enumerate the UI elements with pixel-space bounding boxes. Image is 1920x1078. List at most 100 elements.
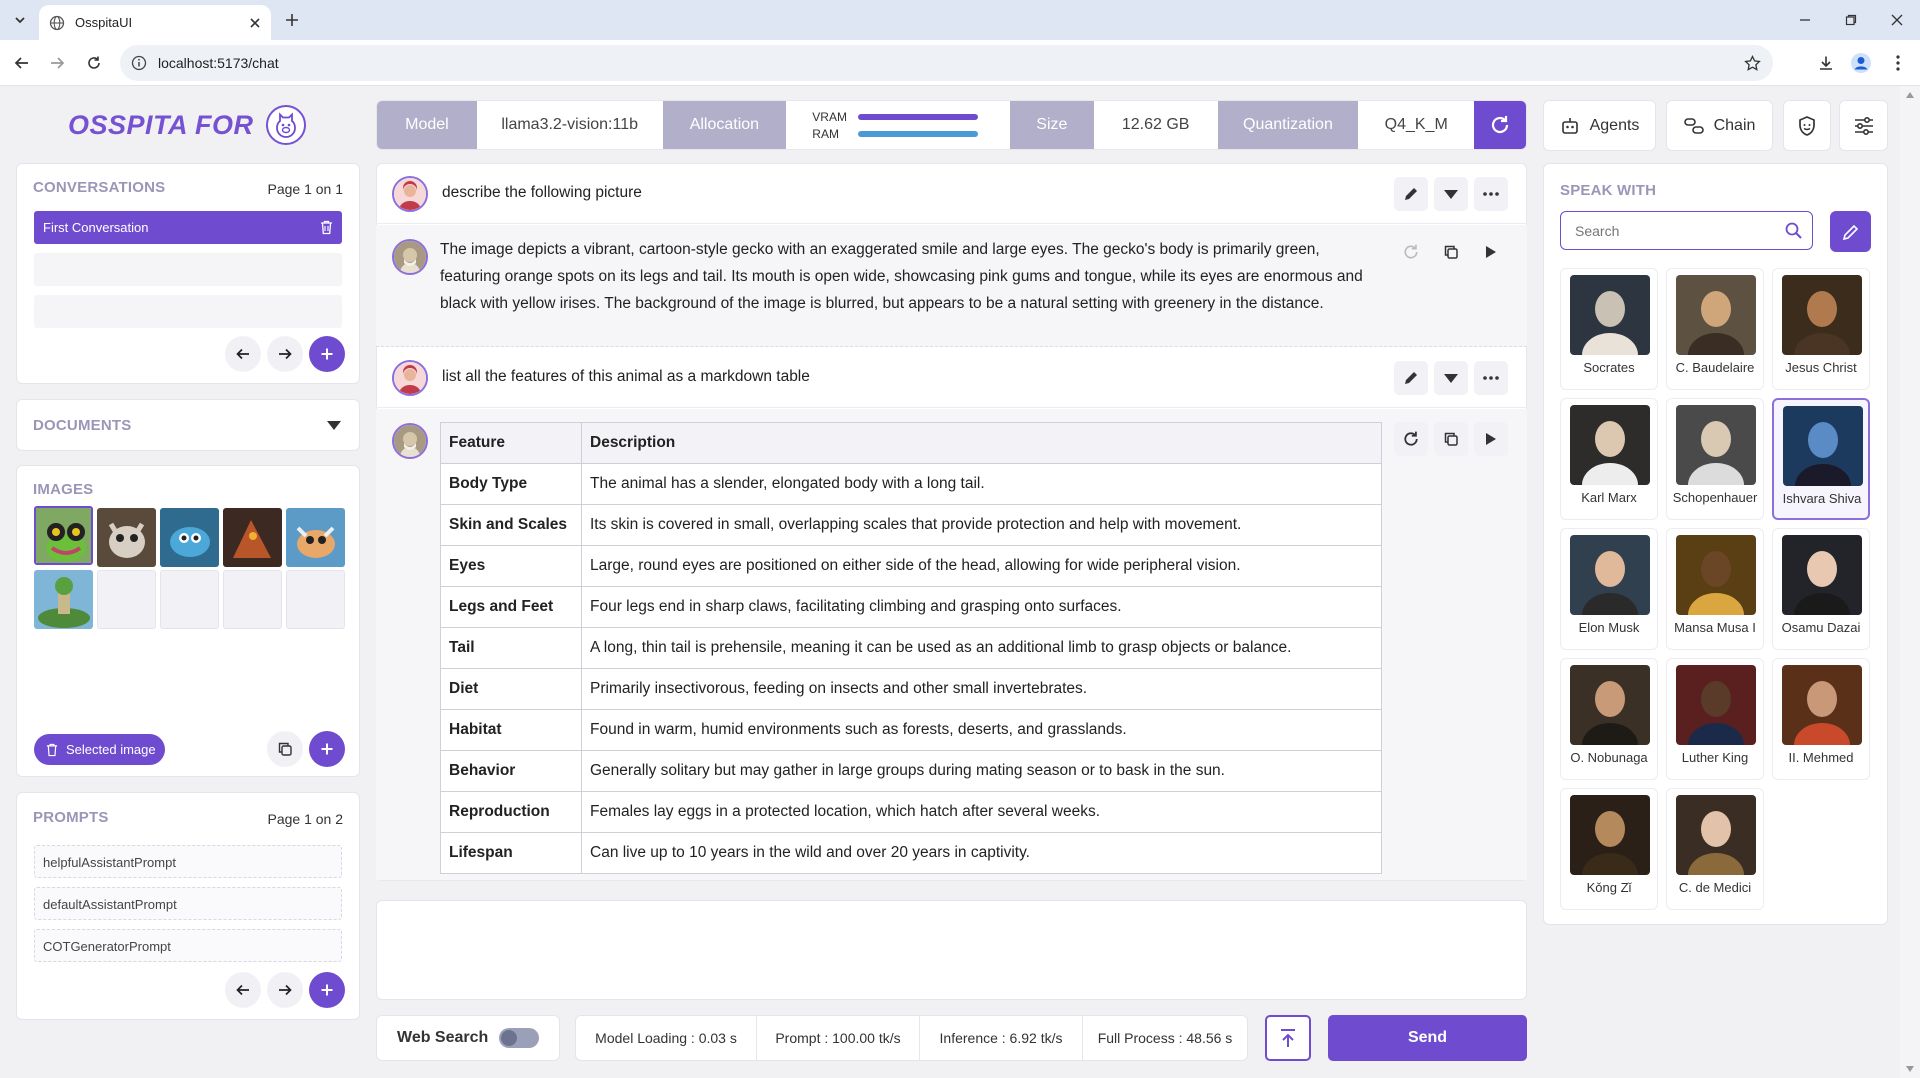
persona-portrait bbox=[1676, 665, 1756, 745]
image-thumbnail[interactable] bbox=[34, 506, 93, 565]
tab-list-chevron-icon[interactable] bbox=[8, 8, 32, 32]
new-conversation-button[interactable] bbox=[309, 336, 345, 372]
restore-icon[interactable] bbox=[1839, 8, 1863, 32]
close-window-icon[interactable] bbox=[1885, 8, 1909, 32]
persona-card[interactable]: Socrates bbox=[1560, 268, 1658, 390]
persona-card[interactable]: Karl Marx bbox=[1560, 398, 1658, 520]
feature-description-cell: Its skin is covered in small, overlappin… bbox=[581, 504, 1382, 546]
documents-panel[interactable]: DOCUMENTS bbox=[16, 399, 360, 451]
agents-button[interactable]: Agents bbox=[1543, 100, 1656, 151]
persona-card[interactable]: II. Mehmed bbox=[1772, 658, 1870, 780]
prompt-item[interactable]: COTGeneratorPrompt bbox=[34, 929, 342, 962]
next-page-button[interactable] bbox=[267, 972, 303, 1008]
feature-description-cell: Can live up to 10 years in the wild and … bbox=[581, 832, 1382, 874]
regenerate-button[interactable] bbox=[1394, 422, 1428, 456]
image-thumbnail[interactable] bbox=[97, 508, 156, 567]
persona-card[interactable]: C. Baudelaire bbox=[1666, 268, 1764, 390]
shield-icon bbox=[1799, 115, 1815, 136]
conversation-item-label: First Conversation bbox=[43, 220, 149, 235]
edit-persona-button[interactable] bbox=[1830, 211, 1871, 252]
reload-icon[interactable] bbox=[82, 51, 106, 75]
edit-button[interactable] bbox=[1394, 177, 1428, 211]
settings-button[interactable] bbox=[1839, 100, 1888, 151]
site-info-icon[interactable] bbox=[130, 54, 148, 72]
persona-card[interactable]: Osamu Dazai bbox=[1772, 528, 1870, 650]
browser-menu-icon[interactable] bbox=[1886, 51, 1910, 75]
scroll-top-button[interactable] bbox=[1265, 1015, 1311, 1061]
persona-card[interactable]: C. de Medici bbox=[1666, 788, 1764, 910]
persona-card[interactable]: Elon Musk bbox=[1560, 528, 1658, 650]
image-slot-empty[interactable] bbox=[160, 570, 219, 629]
copy-image-button[interactable] bbox=[267, 731, 303, 767]
shield-button[interactable] bbox=[1783, 100, 1831, 151]
persona-card[interactable]: Ishvara Shiva bbox=[1772, 398, 1870, 520]
model-value[interactable]: llama3.2-vision:11b bbox=[477, 101, 663, 149]
prev-page-button[interactable] bbox=[225, 336, 261, 372]
address-bar[interactable]: localhost:5173/chat bbox=[120, 45, 1773, 81]
user-avatar bbox=[392, 176, 428, 212]
image-thumbnail[interactable] bbox=[34, 570, 93, 629]
back-icon[interactable] bbox=[10, 51, 34, 75]
image-thumbnail[interactable] bbox=[286, 508, 345, 567]
collapse-button[interactable] bbox=[1434, 361, 1468, 395]
image-slot-empty[interactable] bbox=[223, 570, 282, 629]
play-button[interactable] bbox=[1474, 422, 1508, 456]
assistant-avatar bbox=[392, 239, 428, 275]
image-slot-empty[interactable] bbox=[97, 570, 156, 629]
next-page-button[interactable] bbox=[267, 336, 303, 372]
trash-icon[interactable] bbox=[320, 220, 333, 235]
conversation-item[interactable]: First Conversation bbox=[34, 211, 342, 244]
more-options-button[interactable] bbox=[1474, 361, 1508, 395]
persona-card[interactable]: Schopenhauer bbox=[1666, 398, 1764, 520]
prompt-item[interactable]: helpfulAssistantPrompt bbox=[34, 845, 342, 878]
prompt-textarea[interactable] bbox=[376, 900, 1527, 1000]
profile-icon[interactable] bbox=[1848, 50, 1874, 76]
caret-down-icon[interactable] bbox=[327, 421, 341, 430]
refresh-icon bbox=[1404, 244, 1418, 259]
new-prompt-button[interactable] bbox=[309, 972, 345, 1008]
image-slot-empty[interactable] bbox=[286, 570, 345, 629]
persona-card[interactable]: Jesus Christ bbox=[1772, 268, 1870, 390]
search-icon[interactable] bbox=[1785, 222, 1802, 239]
bookmark-star-icon[interactable] bbox=[1743, 54, 1761, 72]
ellipsis-icon bbox=[1483, 192, 1499, 196]
copy-button[interactable] bbox=[1434, 422, 1468, 456]
new-tab-icon[interactable] bbox=[280, 8, 304, 32]
send-button[interactable]: Send bbox=[1328, 1015, 1527, 1061]
add-image-button[interactable] bbox=[309, 731, 345, 767]
play-button[interactable] bbox=[1474, 235, 1508, 269]
allocation-label: Allocation bbox=[662, 101, 787, 149]
regenerate-button[interactable] bbox=[1394, 235, 1428, 269]
chain-button[interactable]: Chain bbox=[1666, 100, 1773, 151]
persona-card[interactable]: Kǒng Zǐ bbox=[1560, 788, 1658, 910]
persona-search-input[interactable] bbox=[1561, 212, 1776, 249]
persona-card[interactable]: O. Nobunaga bbox=[1560, 658, 1658, 780]
feature-description-cell: Found in warm, humid environments such a… bbox=[581, 709, 1382, 751]
close-tab-icon[interactable] bbox=[249, 17, 261, 29]
edit-button[interactable] bbox=[1394, 361, 1428, 395]
copy-button[interactable] bbox=[1434, 235, 1468, 269]
selected-image-button[interactable]: Selected image bbox=[34, 734, 165, 765]
table-row: Lifespan Can live up to 10 years in the w… bbox=[440, 832, 1382, 874]
more-options-button[interactable] bbox=[1474, 177, 1508, 211]
persona-portrait bbox=[1676, 275, 1756, 355]
download-icon[interactable] bbox=[1814, 51, 1838, 75]
persona-card[interactable]: Mansa Musa I bbox=[1666, 528, 1764, 650]
minimize-icon[interactable] bbox=[1793, 8, 1817, 32]
persona-portrait bbox=[1782, 665, 1862, 745]
persona-card[interactable]: Luther King bbox=[1666, 658, 1764, 780]
forward-icon[interactable] bbox=[45, 51, 69, 75]
prompt-item[interactable]: defaultAssistantPrompt bbox=[34, 887, 342, 920]
web-search-toggle[interactable] bbox=[499, 1028, 539, 1048]
documents-title: DOCUMENTS bbox=[33, 417, 132, 434]
collapse-button[interactable] bbox=[1434, 177, 1468, 211]
trash-icon bbox=[46, 743, 58, 757]
browser-tab[interactable]: OsspitaUI bbox=[39, 5, 271, 40]
page-scrollbar[interactable] bbox=[1900, 86, 1920, 1078]
assistant-message-text: The image depicts a vibrant, cartoon-sty… bbox=[440, 241, 1363, 312]
image-thumbnail[interactable] bbox=[160, 508, 219, 567]
image-thumbnail[interactable] bbox=[223, 508, 282, 567]
refresh-model-button[interactable] bbox=[1474, 101, 1526, 149]
prev-page-button[interactable] bbox=[225, 972, 261, 1008]
table-header-row: Feature Description bbox=[440, 422, 1382, 464]
